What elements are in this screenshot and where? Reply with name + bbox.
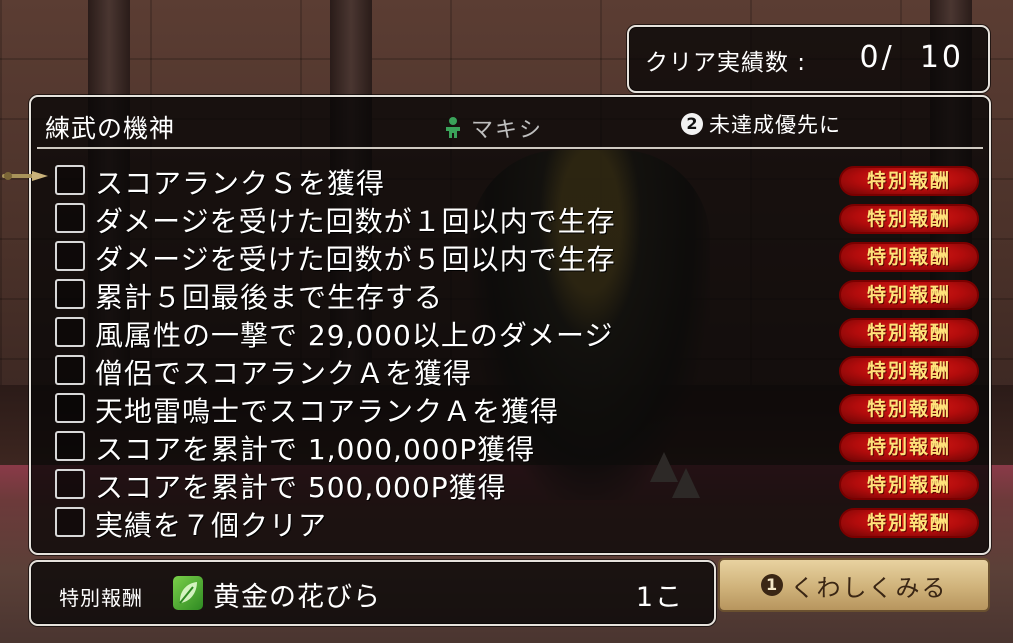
achievement-row[interactable]: スコアを累計で 1,000,000P獲得 特別報酬	[51, 427, 981, 466]
achievement-row[interactable]: スコアランクＳを獲得 特別報酬	[51, 161, 981, 200]
clear-count-value: 0/ 10	[859, 40, 964, 75]
special-reward-badge: 特別報酬	[839, 508, 979, 538]
reward-label: 特別報酬	[59, 586, 143, 610]
achievement-row[interactable]: 僧侶でスコアランクＡを獲得 特別報酬	[51, 351, 981, 390]
achievement-row[interactable]: ダメージを受けた回数が５回以内で生存 特別報酬	[51, 237, 981, 276]
achievement-label: 実績を７個クリア	[95, 509, 328, 542]
checkbox-icon	[55, 165, 85, 195]
achievement-label: 天地雷鳴士でスコアランクＡを獲得	[95, 395, 560, 428]
special-reward-badge: 特別報酬	[839, 318, 979, 348]
checkbox-icon	[55, 469, 85, 499]
achievement-row[interactable]: ダメージを受けた回数が１回以内で生存 特別報酬	[51, 199, 981, 238]
character-name: マキシ	[471, 118, 544, 143]
checkbox-icon	[55, 279, 85, 309]
achievement-row[interactable]: 天地雷鳴士でスコアランクＡを獲得 特別報酬	[51, 389, 981, 428]
checkbox-icon	[55, 317, 85, 347]
special-reward-badge: 特別報酬	[839, 242, 979, 272]
special-reward-badge: 特別報酬	[839, 470, 979, 500]
achievement-label: 風属性の一撃で 29,000以上のダメージ	[95, 319, 614, 352]
special-reward-badge: 特別報酬	[839, 280, 979, 310]
special-reward-badge: 特別報酬	[839, 394, 979, 424]
achievement-row[interactable]: スコアを累計で 500,000P獲得 特別報酬	[51, 465, 981, 504]
reward-item-name: 黄金の花びら	[213, 582, 381, 613]
panel-title: 練武の機神	[45, 114, 176, 143]
achievement-label: スコアを累計で 1,000,000P獲得	[95, 433, 536, 466]
view-details-label: くわしくみる	[790, 573, 948, 602]
special-reward-badge: 特別報酬	[839, 204, 979, 234]
checkbox-icon	[55, 241, 85, 271]
clear-count-label: クリア実績数 :	[645, 50, 807, 76]
checkbox-icon	[55, 355, 85, 385]
achievement-panel: 練武の機神 マキシ 2 未達成優先に スコアランクＳを獲得 特別報酬 ダメージを…	[29, 95, 991, 555]
sort-unachieved-button[interactable]: 2 未達成優先に	[681, 110, 841, 138]
title-divider	[37, 147, 983, 149]
achievement-label: スコアを累計で 500,000P獲得	[95, 471, 507, 504]
special-reward-badge: 特別報酬	[839, 166, 979, 196]
special-reward-badge: 特別報酬	[839, 356, 979, 386]
checkbox-icon	[55, 431, 85, 461]
achievement-row[interactable]: 累計５回最後まで生存する 特別報酬	[51, 275, 981, 314]
achievement-row[interactable]: 風属性の一撃で 29,000以上のダメージ 特別報酬	[51, 313, 981, 352]
button-2-icon: 2	[681, 113, 703, 135]
view-details-button[interactable]: 1 くわしくみる	[718, 558, 990, 612]
achievement-label: ダメージを受けた回数が１回以内で生存	[95, 205, 616, 238]
achievement-label: スコアランクＳを獲得	[95, 167, 386, 200]
sort-label: 未達成優先に	[709, 113, 841, 137]
achievement-row[interactable]: 実績を７個クリア 特別報酬	[51, 503, 981, 542]
checkbox-icon	[55, 507, 85, 537]
checkbox-icon	[55, 393, 85, 423]
selection-cursor-icon	[2, 171, 48, 181]
button-1-icon: 1	[760, 574, 783, 596]
special-reward-badge: 特別報酬	[839, 432, 979, 462]
leaf-icon	[173, 576, 203, 610]
checkbox-icon	[55, 203, 85, 233]
achievement-label: ダメージを受けた回数が５回以内で生存	[95, 243, 616, 276]
achievement-label: 僧侶でスコアランクＡを獲得	[95, 357, 473, 390]
reward-panel: 特別報酬 黄金の花びら 1こ	[29, 560, 716, 626]
person-icon	[446, 117, 460, 138]
achievement-label: 累計５回最後まで生存する	[95, 281, 444, 314]
reward-count: 1こ	[635, 582, 684, 613]
clear-count-panel: クリア実績数 : 0/ 10	[627, 25, 990, 93]
